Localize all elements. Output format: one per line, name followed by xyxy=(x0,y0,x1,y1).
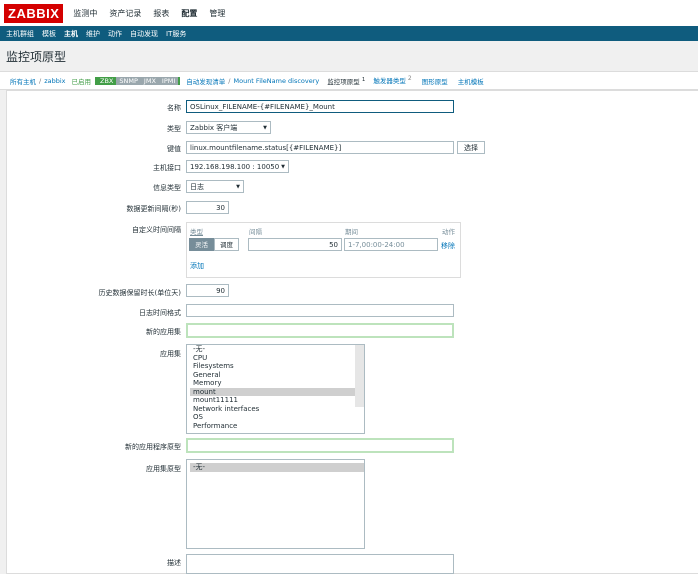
submenu-actions[interactable]: 动作 xyxy=(108,29,122,39)
col-action: 动作 xyxy=(442,228,455,236)
app-prototype-option[interactable]: -无- xyxy=(190,463,364,472)
app-prototypes-label: 应用集原型 xyxy=(146,465,181,473)
interface-label: 主机接口 xyxy=(153,164,181,172)
col-period: 期间 xyxy=(345,228,358,236)
badge-zbx: ZBX xyxy=(97,76,117,85)
custom-interval-input[interactable]: 50 xyxy=(248,238,342,251)
breadcrumb-all-hosts[interactable]: 所有主机 xyxy=(10,76,36,86)
tab-label: 触发器类型 xyxy=(373,77,406,86)
submenu-maintenance[interactable]: 维护 xyxy=(86,29,100,39)
application-option[interactable]: General xyxy=(190,371,364,380)
application-option[interactable]: Memory xyxy=(190,379,364,388)
application-option[interactable]: Performance xyxy=(190,422,364,431)
new-app-prototype-label: 新的应用程序原型 xyxy=(125,443,181,451)
new-application-label: 新的应用集 xyxy=(146,328,181,336)
applications-listbox[interactable]: -无- CPU Filesystems General Memory mount mount… xyxy=(186,344,365,434)
type-label: 类型 xyxy=(167,125,181,133)
tab-host-prototypes[interactable]: 主机模板 xyxy=(458,76,484,86)
log-time-format-input[interactable] xyxy=(186,304,454,317)
badge-jmx: JMX xyxy=(140,76,159,85)
app-prototypes-listbox[interactable]: -无- xyxy=(186,459,365,549)
application-option[interactable]: Network interfaces xyxy=(190,405,364,414)
type-select-value: Zabbix 客户端 xyxy=(190,124,238,132)
breadcrumb-separator: / xyxy=(228,76,231,85)
custom-intervals-table: 类型 间隔 期间 动作 灵活 调度 50 1-7,00:00-24:00 移除 … xyxy=(186,222,461,278)
flexible-option[interactable]: 灵活 xyxy=(189,238,214,251)
menu-inventory[interactable]: 资产记录 xyxy=(109,8,141,19)
badge-snmp: SNMP xyxy=(116,76,141,85)
sub-menu: 主机群组 模板 主机 维护 动作 自动发现 IT服务 xyxy=(0,26,698,41)
applications-label: 应用集 xyxy=(160,350,181,358)
key-select-button[interactable]: 选择 xyxy=(457,141,485,154)
add-link[interactable]: 添加 xyxy=(190,261,204,271)
tab-graph-prototypes[interactable]: 图形原型 xyxy=(422,76,448,86)
custom-period-input[interactable]: 1-7,00:00-24:00 xyxy=(344,238,438,251)
applications-list: -无- CPU Filesystems General Memory mount mount… xyxy=(187,345,364,430)
name-label: 名称 xyxy=(167,104,181,112)
info-type-label: 信息类型 xyxy=(153,184,181,192)
info-type-select[interactable]: 日志 xyxy=(186,180,244,194)
top-menu: 监测中 资产记录 报表 配置 管理 xyxy=(73,8,237,19)
tab-count: 1 xyxy=(361,76,366,83)
scheduling-option[interactable]: 调度 xyxy=(214,238,239,251)
item-prototype-form: 名称 OSLinux_FILENAME-{#FILENAME}_Mount 类型… xyxy=(6,90,698,574)
top-bar: ZABBIX 监测中 资产记录 报表 配置 管理 xyxy=(0,0,698,26)
history-input[interactable]: 90 xyxy=(186,284,229,297)
application-option[interactable]: -无- xyxy=(190,345,364,354)
submenu-host-groups[interactable]: 主机群组 xyxy=(6,29,34,39)
custom-intervals-label: 自定义时间间隔 xyxy=(132,226,181,234)
remove-link[interactable]: 移除 xyxy=(441,241,455,251)
breadcrumb-discovery-rule[interactable]: Mount FileName discovery xyxy=(233,77,319,85)
submenu-hosts[interactable]: 主机 xyxy=(64,29,78,39)
breadcrumb-separator: / xyxy=(39,76,42,85)
page-title: 监控项原型 xyxy=(0,41,698,71)
new-application-input[interactable] xyxy=(186,323,454,338)
description-textarea[interactable] xyxy=(186,554,454,574)
key-input[interactable]: linux.mountfilename.status[{#FILENAME}] xyxy=(186,141,454,154)
menu-monitoring[interactable]: 监测中 xyxy=(73,8,97,19)
listbox-scrollbar[interactable] xyxy=(355,345,364,407)
application-option[interactable]: CPU xyxy=(190,354,364,363)
interface-select-value: 192.168.198.100 : 10050 xyxy=(190,163,280,171)
breadcrumb: 所有主机 / zabbix 已启用 ZBX SNMP JMX IPMI 自动发现… xyxy=(0,71,698,90)
menu-reports[interactable]: 报表 xyxy=(153,8,169,19)
tab-trigger-prototypes[interactable]: 触发器类型 2 xyxy=(373,75,411,85)
new-app-prototype-input[interactable] xyxy=(186,438,454,453)
description-label: 描述 xyxy=(167,559,181,567)
status-enabled[interactable]: 已启用 xyxy=(72,76,92,86)
type-select[interactable]: Zabbix 客户端 xyxy=(186,121,271,135)
breadcrumb-host[interactable]: zabbix xyxy=(44,77,65,85)
interval-label: 数据更新间隔(秒) xyxy=(126,205,181,213)
application-option[interactable]: Filesystems xyxy=(190,362,364,371)
submenu-discovery[interactable]: 自动发现 xyxy=(130,29,158,39)
application-option[interactable]: mount xyxy=(190,387,364,396)
interval-type-toggle: 灵活 调度 xyxy=(189,238,239,251)
application-option[interactable]: OS xyxy=(190,413,364,422)
application-option[interactable]: mount11111 xyxy=(190,396,364,405)
badge-ipmi: IPMI xyxy=(158,76,179,85)
interval-input[interactable]: 30 xyxy=(186,201,229,214)
tab-label: 主机模板 xyxy=(457,77,484,86)
availability-badges: ZBX SNMP JMX IPMI xyxy=(95,76,181,85)
menu-administration[interactable]: 管理 xyxy=(209,8,225,19)
breadcrumb-discovery-list[interactable]: 自动发现清单 xyxy=(186,76,225,86)
menu-configuration[interactable]: 配置 xyxy=(181,8,197,19)
tab-label: 图形原型 xyxy=(421,77,448,86)
interface-select[interactable]: 192.168.198.100 : 10050 xyxy=(186,160,289,174)
app-prototypes-list: -无- xyxy=(187,463,364,472)
key-label: 键值 xyxy=(167,145,181,153)
info-type-select-value: 日志 xyxy=(190,183,204,191)
tab-label: 监控项原型 xyxy=(327,77,360,86)
log-time-format-label: 日志时间格式 xyxy=(139,309,181,317)
tab-count: 2 xyxy=(407,75,412,83)
submenu-templates[interactable]: 模板 xyxy=(42,29,56,39)
name-input[interactable]: OSLinux_FILENAME-{#FILENAME}_Mount xyxy=(186,100,454,113)
col-type: 类型 xyxy=(190,228,203,236)
zabbix-logo[interactable]: ZABBIX xyxy=(4,3,64,23)
col-interval: 间隔 xyxy=(249,228,262,236)
history-label: 历史数据保留时长(单位天) xyxy=(98,289,181,297)
submenu-it-services[interactable]: IT服务 xyxy=(166,29,186,39)
tab-item-prototypes[interactable]: 监控项原型 1 xyxy=(327,76,366,86)
